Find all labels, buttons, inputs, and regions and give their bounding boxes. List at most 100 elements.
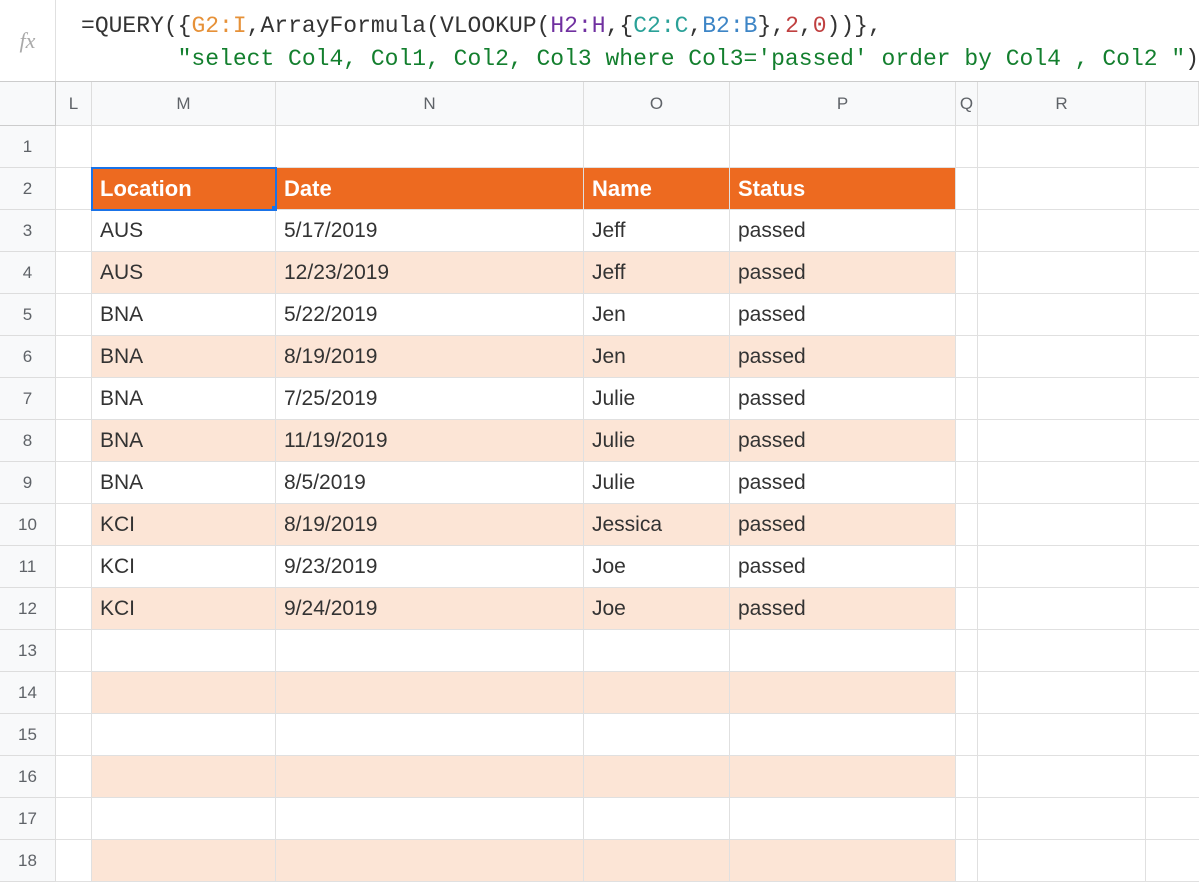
cell[interactable] [730,756,956,798]
row-header[interactable]: 18 [0,840,56,882]
cell[interactable] [56,546,92,588]
row-header[interactable]: 11 [0,546,56,588]
cell[interactable] [730,126,956,168]
formula-input[interactable]: =QUERY({G2:I,ArrayFormula(VLOOKUP(H2:H,{… [56,6,1199,74]
cell[interactable] [1146,840,1199,882]
cell[interactable] [978,840,1146,882]
cell-name[interactable]: Joe [584,588,730,630]
cell[interactable] [276,126,584,168]
cell[interactable] [730,798,956,840]
cell[interactable] [956,840,978,882]
cell-date[interactable]: 11/19/2019 [276,420,584,462]
cell[interactable] [56,168,92,210]
cell-date[interactable]: 5/22/2019 [276,294,584,336]
cell[interactable] [584,756,730,798]
cell-date[interactable]: 9/23/2019 [276,546,584,588]
cell-date[interactable]: 8/19/2019 [276,504,584,546]
cell[interactable] [56,630,92,672]
cell[interactable] [56,714,92,756]
cell[interactable] [1146,714,1199,756]
cell[interactable] [56,798,92,840]
cell[interactable] [1146,630,1199,672]
cell[interactable] [56,336,92,378]
cell[interactable] [956,714,978,756]
cell[interactable] [956,630,978,672]
cell-name[interactable]: Julie [584,420,730,462]
cell-location[interactable]: KCI [92,504,276,546]
cell-location[interactable]: BNA [92,462,276,504]
cell-name[interactable]: Julie [584,378,730,420]
cell[interactable] [956,756,978,798]
cell-status[interactable]: passed [730,210,956,252]
cell[interactable] [92,126,276,168]
row-header[interactable]: 8 [0,420,56,462]
cell[interactable] [956,504,978,546]
cell[interactable] [956,252,978,294]
cell[interactable] [584,714,730,756]
cell[interactable] [956,546,978,588]
cell[interactable] [584,630,730,672]
row-header[interactable]: 15 [0,714,56,756]
cell[interactable] [978,546,1146,588]
cell[interactable] [956,420,978,462]
col-header[interactable]: O [584,82,730,126]
cell-status[interactable]: passed [730,504,956,546]
cell[interactable] [730,840,956,882]
cell-status[interactable]: passed [730,378,956,420]
col-header[interactable]: N [276,82,584,126]
cell[interactable] [1146,378,1199,420]
cell-name[interactable]: Jen [584,294,730,336]
cell[interactable] [56,840,92,882]
cell[interactable] [276,840,584,882]
cell[interactable] [730,672,956,714]
row-header[interactable]: 14 [0,672,56,714]
cell[interactable] [56,672,92,714]
row-header[interactable]: 17 [0,798,56,840]
cell-location[interactable]: BNA [92,294,276,336]
cell[interactable] [1146,336,1199,378]
cell[interactable] [956,294,978,336]
cell-name[interactable]: Jeff [584,252,730,294]
cell[interactable] [276,630,584,672]
table-header[interactable]: Status [730,168,956,210]
cell-location[interactable]: AUS [92,252,276,294]
cell[interactable] [1146,168,1199,210]
cell[interactable] [1146,504,1199,546]
cell[interactable] [730,630,956,672]
cell[interactable] [1146,798,1199,840]
cell-name[interactable]: Jen [584,336,730,378]
cell[interactable] [276,798,584,840]
cell-date[interactable]: 12/23/2019 [276,252,584,294]
cell[interactable] [1146,546,1199,588]
cell[interactable] [1146,462,1199,504]
cell[interactable] [978,294,1146,336]
cell[interactable] [56,126,92,168]
cell-status[interactable]: passed [730,420,956,462]
table-header[interactable]: Date [276,168,584,210]
cell-date[interactable]: 7/25/2019 [276,378,584,420]
cell-status[interactable]: passed [730,294,956,336]
cell[interactable] [978,252,1146,294]
cell[interactable] [978,420,1146,462]
cell[interactable] [978,672,1146,714]
cell-date[interactable]: 8/19/2019 [276,336,584,378]
row-header[interactable]: 9 [0,462,56,504]
cell[interactable] [1146,420,1199,462]
cell[interactable] [978,378,1146,420]
cell-status[interactable]: passed [730,588,956,630]
selected-cell[interactable]: Location [92,168,276,210]
cell-status[interactable]: passed [730,252,956,294]
row-header[interactable]: 1 [0,126,56,168]
cell[interactable] [956,126,978,168]
cell[interactable] [956,210,978,252]
cell[interactable] [56,210,92,252]
cell[interactable] [584,840,730,882]
cell[interactable] [92,840,276,882]
cell[interactable] [956,336,978,378]
row-header[interactable]: 16 [0,756,56,798]
cell[interactable] [956,462,978,504]
cell[interactable] [956,588,978,630]
cell[interactable] [1146,210,1199,252]
cell[interactable] [276,756,584,798]
cell-status[interactable]: passed [730,546,956,588]
